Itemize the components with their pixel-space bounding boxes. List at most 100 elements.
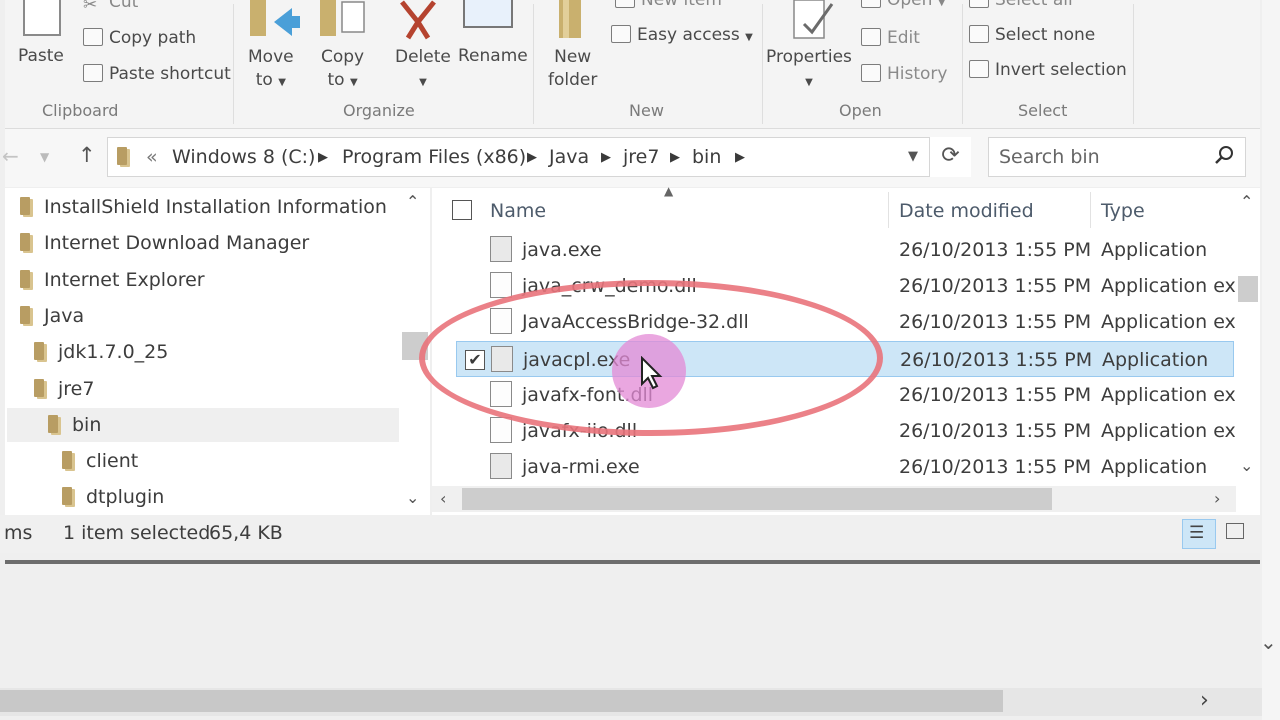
dropdown-arrow-icon: ▼ xyxy=(805,77,813,88)
copy-to-icon xyxy=(318,0,370,40)
nav-tree-item[interactable]: dtplugin xyxy=(62,486,164,508)
invert-selection-button[interactable]: Invert selection xyxy=(969,60,1127,80)
refresh-icon[interactable]: ⟳ xyxy=(929,137,971,177)
search-box[interactable]: Search bin xyxy=(988,137,1246,177)
nav-tree-item[interactable]: jre7 xyxy=(34,378,94,400)
folder-icon xyxy=(48,414,58,433)
select-all-button[interactable]: Select all xyxy=(969,0,1073,10)
column-header-date[interactable]: Date modified xyxy=(899,200,1034,222)
outer-hscrollbar[interactable]: › xyxy=(0,688,1262,716)
ribbon: Paste ✂ Cut Copy path Paste shortcut Clip… xyxy=(5,0,1260,129)
breadcrumb-item[interactable]: Program Files (x86) xyxy=(342,146,526,168)
file-list-vscrollbar[interactable]: ⌃ ⌄ xyxy=(1236,188,1260,484)
file-list-hscrollbar[interactable]: ‹ › xyxy=(432,486,1236,512)
dropdown-arrow-icon: ▼ xyxy=(745,32,753,43)
nav-tree-item[interactable]: Java xyxy=(20,305,84,327)
status-item-count: ms xyxy=(4,522,33,544)
nav-tree-item[interactable]: client xyxy=(62,450,138,472)
column-divider[interactable] xyxy=(1090,192,1091,228)
select-none-button[interactable]: Select none xyxy=(969,25,1095,45)
scroll-down-icon[interactable]: ⌄ xyxy=(406,488,419,507)
breadcrumb-separator-icon[interactable]: ▶ xyxy=(670,150,680,165)
new-item-button[interactable]: New item xyxy=(615,0,722,10)
file-row[interactable]: java.exe 26/10/2013 1:55 PM Application xyxy=(456,232,1234,268)
file-type: Application xyxy=(1101,239,1208,261)
scroll-right-icon[interactable]: › xyxy=(1214,489,1220,508)
folder-icon xyxy=(62,451,72,470)
folder-icon xyxy=(20,197,30,215)
file-row[interactable]: java-rmi.exe 26/10/2013 1:55 PM Applicatio… xyxy=(456,449,1234,485)
paste-button[interactable]: Paste xyxy=(18,46,64,66)
copy-to-button[interactable]: Copy to ▼ xyxy=(321,46,364,94)
rename-button[interactable]: Rename xyxy=(458,46,528,66)
cut-button[interactable]: ✂ Cut xyxy=(83,0,138,15)
address-box[interactable]: « Windows 8 (C:) ▶ Program Files (x86) ▶… xyxy=(107,137,971,177)
file-date: 26/10/2013 1:55 PM xyxy=(899,239,1092,261)
history-button[interactable]: History xyxy=(861,64,947,84)
paste-shortcut-button[interactable]: Paste shortcut xyxy=(83,64,231,84)
breadcrumb-separator-icon[interactable]: ▶ xyxy=(735,150,745,165)
breadcrumb-separator-icon[interactable]: ▶ xyxy=(318,150,328,165)
file-scroll-thumb[interactable] xyxy=(1238,276,1258,302)
large-icons-view-button[interactable] xyxy=(1224,521,1248,545)
details-view-icon: ☰ xyxy=(1189,523,1205,543)
scroll-right-icon[interactable]: › xyxy=(1200,688,1209,713)
scroll-down-icon[interactable]: ⌄ xyxy=(1260,630,1277,654)
search-icon[interactable] xyxy=(1213,144,1235,170)
scroll-down-icon[interactable]: ⌄ xyxy=(1240,456,1253,475)
file-type: Application xyxy=(1101,456,1208,479)
edit-icon xyxy=(861,28,881,46)
hscroll-thumb[interactable] xyxy=(462,488,1052,510)
copy-path-button[interactable]: Copy path xyxy=(83,28,196,48)
nav-tree-item[interactable]: InstallShield Installation Information xyxy=(20,196,387,218)
details-view-button[interactable]: ☰ xyxy=(1182,519,1216,549)
back-arrow-icon[interactable]: ← xyxy=(2,144,19,168)
dropdown-arrow-icon: ▼ xyxy=(937,0,946,8)
nav-tree-item[interactable]: jdk1.7.0_25 xyxy=(34,341,168,363)
rename-icon xyxy=(463,0,513,28)
folder-icon xyxy=(34,378,44,397)
breadcrumb-separator-icon[interactable]: ▶ xyxy=(601,150,611,165)
folder-icon xyxy=(20,269,30,288)
column-header-name[interactable]: Name xyxy=(490,200,546,222)
search-input[interactable]: Search bin xyxy=(999,146,1100,168)
scroll-up-icon[interactable]: ⌃ xyxy=(1240,192,1253,211)
breadcrumb-item[interactable]: jre7 xyxy=(623,146,659,168)
breadcrumb-item[interactable]: Windows 8 (C:) xyxy=(172,146,315,168)
ribbon-separator xyxy=(762,4,763,124)
outer-hscroll-thumb[interactable] xyxy=(0,690,1003,712)
dropdown-arrow-icon: ▼ xyxy=(419,77,427,88)
file-date: 26/10/2013 1:55 PM xyxy=(899,420,1092,442)
status-selected: 1 item selected xyxy=(63,522,211,544)
breadcrumb-item[interactable]: bin xyxy=(692,146,721,168)
properties-icon xyxy=(790,0,836,40)
nav-tree-item[interactable]: Internet Download Manager xyxy=(20,232,309,254)
open-button[interactable]: Open ▼ xyxy=(861,0,946,10)
nav-tree-item[interactable]: bin xyxy=(48,414,101,436)
overflow-chevron[interactable]: « xyxy=(146,146,158,168)
recent-dropdown-icon[interactable]: ▼ xyxy=(40,150,49,164)
properties-button[interactable]: Properties ▼ xyxy=(766,46,852,94)
new-folder-button[interactable]: New folder xyxy=(548,46,597,92)
outer-vscrollbar[interactable]: ⌄ xyxy=(1260,0,1280,720)
scroll-up-icon[interactable]: ⌃ xyxy=(406,192,419,211)
column-divider[interactable] xyxy=(888,192,889,228)
address-history-dropdown-icon[interactable]: ▼ xyxy=(908,149,918,164)
edit-button[interactable]: Edit xyxy=(861,28,920,48)
status-bar: ms 1 item selected 65,4 KB ☰ xyxy=(0,515,1260,553)
nav-tree-item[interactable]: Internet Explorer xyxy=(20,269,205,291)
move-to-button[interactable]: Move to ▼ xyxy=(248,46,294,94)
column-header-type[interactable]: Type xyxy=(1101,200,1145,222)
file-type: Application xyxy=(1102,348,1209,371)
easy-access-button[interactable]: Easy access ▼ xyxy=(611,25,753,45)
scroll-left-icon[interactable]: ‹ xyxy=(440,489,446,508)
select-all-checkbox[interactable] xyxy=(452,200,472,220)
paste-icon[interactable] xyxy=(23,0,61,36)
delete-button[interactable]: Delete ▼ xyxy=(395,46,451,94)
breadcrumb-separator-icon[interactable]: ▶ xyxy=(527,150,537,165)
breadcrumb-item[interactable]: Java xyxy=(549,146,589,168)
file-date: 26/10/2013 1:55 PM xyxy=(899,456,1092,479)
new-item-icon xyxy=(615,0,635,8)
file-name: java-rmi.exe xyxy=(522,456,640,479)
up-arrow-icon[interactable]: ↑ xyxy=(78,143,96,167)
